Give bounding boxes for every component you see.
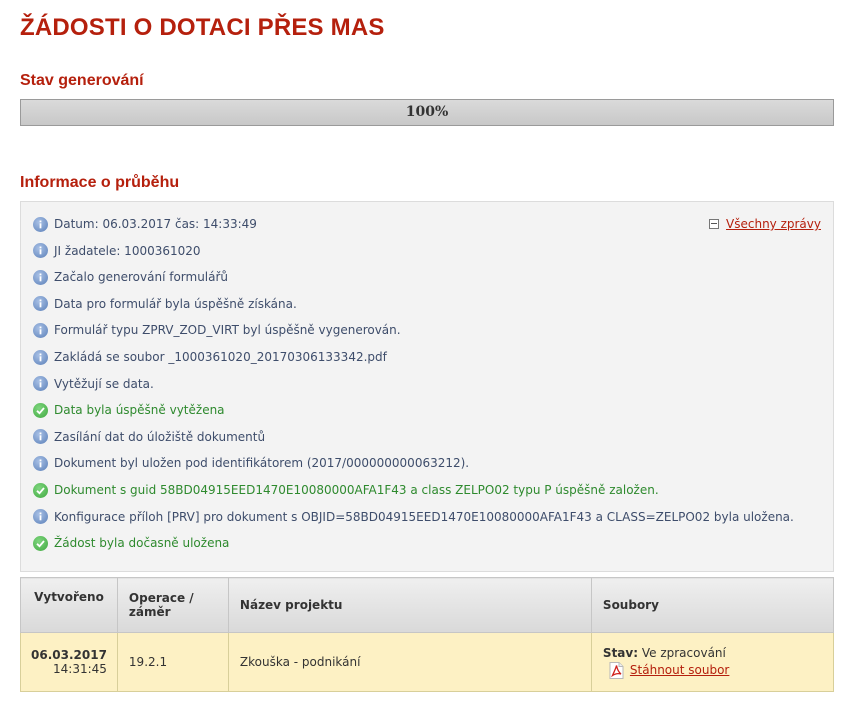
log-entry-text: Formulář typu ZPRV_ZOD_VIRT byl úspěšně … [54, 323, 401, 338]
log-entry: Vytěžují se data. [33, 375, 154, 393]
cell-created: 06.03.2017 14:31:45 [20, 632, 118, 692]
cell-files: Stav: Ve zpracování Stáhnout soubor [590, 632, 835, 692]
progress-bar: 100% [20, 99, 834, 126]
pdf-icon[interactable] [609, 661, 624, 679]
all-messages-toggle[interactable]: Všechny zprávy [709, 217, 821, 231]
log-entry-text: Zakládá se soubor _1000361020_2017030613… [54, 350, 387, 364]
log-entry: Zakládá se soubor _1000361020_2017030613… [33, 348, 387, 366]
collapse-icon[interactable] [709, 219, 720, 229]
table-row[interactable]: 06.03.2017 14:31:45 19.2.1 Zkouška - pod… [20, 632, 835, 692]
log-entry: Datum: 06.03.2017 čas: 14:33:49 [33, 215, 257, 233]
info-icon [33, 216, 48, 232]
info-icon [33, 509, 48, 525]
created-date: 06.03.2017 [31, 648, 107, 662]
info-icon [33, 296, 48, 312]
log-entry-text: Data byla úspěšně vytěžena [54, 403, 225, 418]
log-entry: Zasílání dat do úložiště dokumentů [33, 428, 265, 446]
column-header-operation-line1: Operace / [128, 591, 194, 605]
created-time: 14:31:45 [53, 662, 107, 676]
log-entry: Data pro formulář byla úspěšně získána. [33, 295, 297, 313]
info-icon [33, 455, 48, 471]
log-entry-text: Vytěžují se data. [54, 376, 154, 391]
download-row[interactable]: Stáhnout soubor [609, 661, 822, 679]
status-line: Stav: Ve zpracování [603, 646, 822, 660]
log-entry: Dokument byl uložen pod identifikátorem … [33, 454, 469, 472]
all-messages-link[interactable]: Všechny zprávy [726, 217, 821, 231]
log-entry-text: Dokument byl uložen pod identifikátorem … [54, 456, 470, 471]
column-header-operation-line2: záměr [128, 605, 171, 619]
log-entry: Data byla úspěšně vytěžena [33, 401, 225, 419]
log-heading: Informace o průběhu [20, 174, 180, 191]
page-title: ŽÁDOSTI O DOTACI PŘES MAS [20, 14, 385, 41]
info-icon [33, 322, 48, 338]
log-entry-text: JI žadatele: 1000361020 [54, 243, 201, 258]
table-header-row: Vytvořeno Operace / záměr Název projektu… [20, 577, 835, 633]
log-entry-text: Datum: 06.03.2017 čas: 14:33:49 [54, 217, 257, 231]
cell-project: Zkouška - podnikání [227, 632, 592, 692]
check-icon [33, 402, 48, 418]
log-entry: Žádost byla dočasně uložena [33, 534, 229, 552]
info-icon [33, 376, 48, 392]
status-value: Ve zpracování [641, 645, 726, 660]
log-entry: Konfigurace příloh [PRV] pro dokument s … [33, 508, 794, 526]
column-header-operation[interactable]: Operace / záměr [116, 577, 229, 633]
status-label: Stav: [602, 645, 639, 660]
info-icon [33, 269, 48, 285]
progress-label: 100% [405, 104, 449, 120]
log-entry-text: Zasílání dat do úložiště dokumentů [54, 429, 266, 444]
download-file-link[interactable]: Stáhnout soubor [630, 663, 729, 677]
log-entry-text: Data pro formulář byla úspěšně získána. [54, 296, 297, 311]
log-entry-text: Začalo generování formulářů [54, 270, 229, 285]
progress-heading: Stav generování [20, 72, 144, 89]
log-entry: Začalo generování formulářů [33, 268, 228, 286]
info-icon [33, 349, 48, 365]
log-panel: Všechny zprávy Datum: 06.03.2017 čas: 14… [20, 201, 834, 572]
info-icon [33, 243, 48, 259]
applications-table: Vytvořeno Operace / záměr Název projektu… [20, 577, 835, 692]
column-header-project[interactable]: Název projektu [227, 577, 592, 633]
column-header-created[interactable]: Vytvořeno [20, 577, 118, 633]
check-icon [33, 535, 48, 551]
log-entry: JI žadatele: 1000361020 [33, 242, 201, 260]
log-entry-text: Žádost byla dočasně uložena [54, 536, 230, 551]
info-icon [33, 429, 48, 445]
check-icon [33, 482, 48, 498]
log-entry-text: Konfigurace příloh [PRV] pro dokument s … [54, 509, 794, 524]
log-entry: Dokument s guid 58BD04915EED1470E1008000… [33, 481, 659, 499]
cell-operation: 19.2.1 [116, 632, 229, 692]
log-entry: Formulář typu ZPRV_ZOD_VIRT byl úspěšně … [33, 321, 401, 339]
log-entry-text: Dokument s guid 58BD04915EED1470E1008000… [54, 483, 659, 497]
column-header-files[interactable]: Soubory [590, 577, 835, 633]
